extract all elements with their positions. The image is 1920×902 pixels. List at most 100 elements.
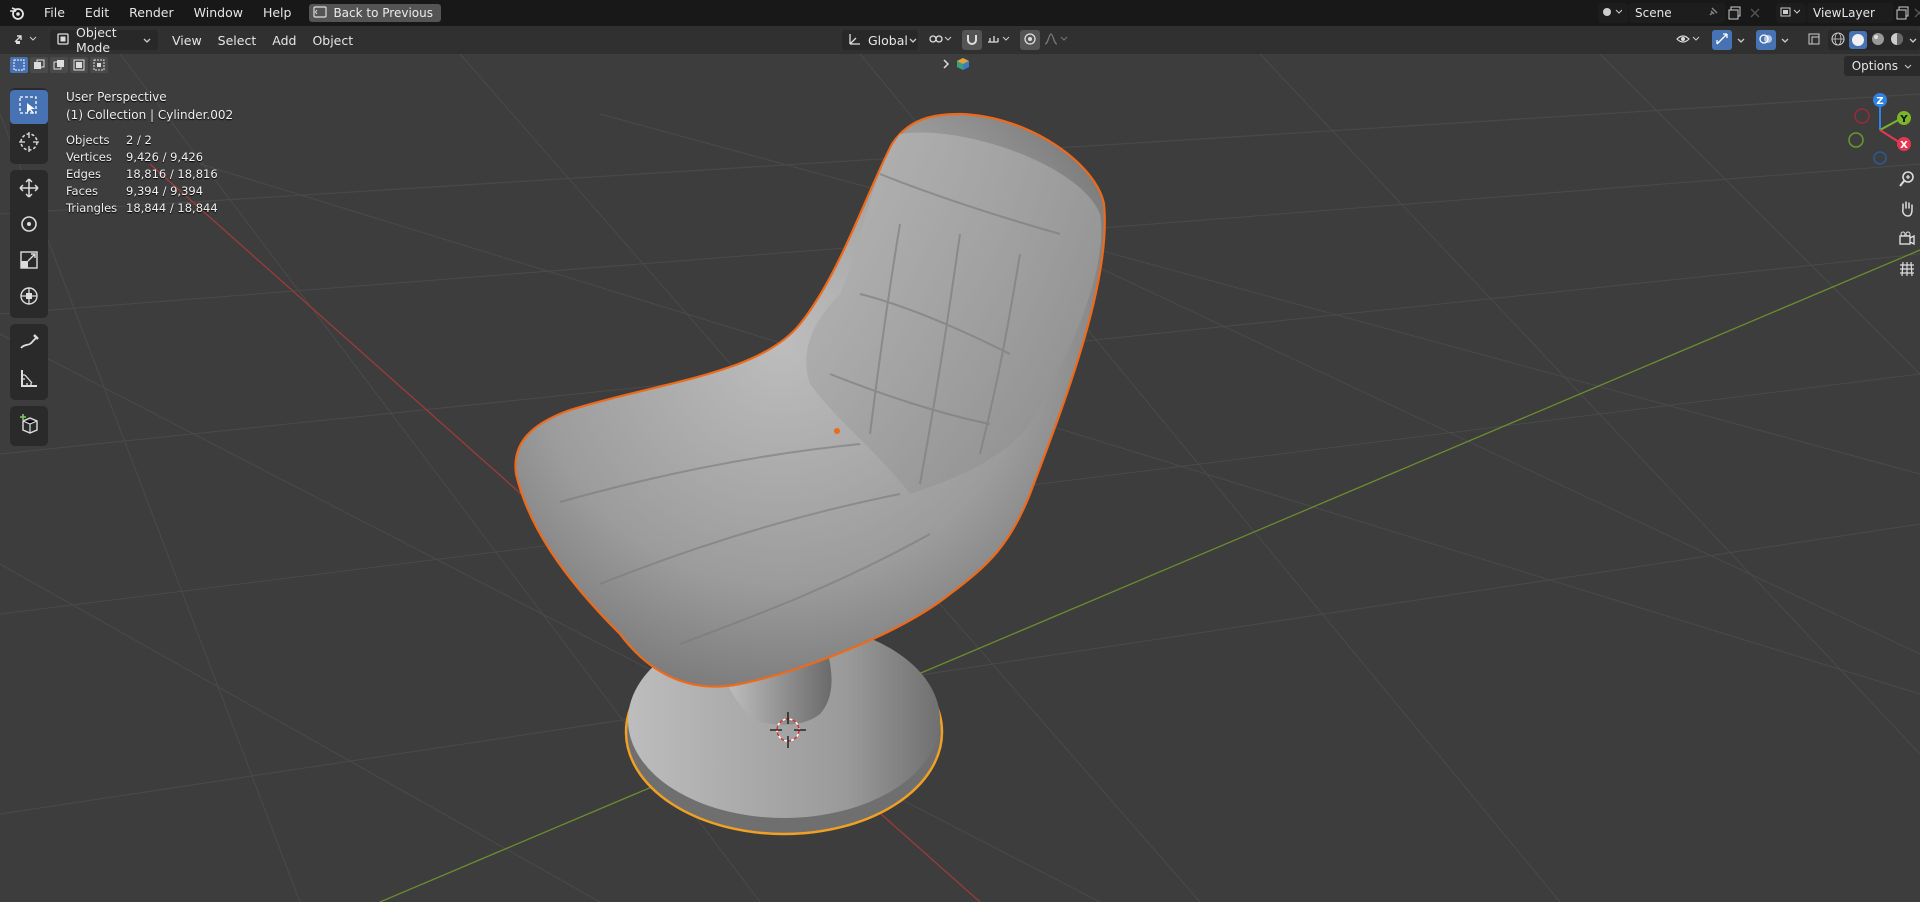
pan-hand-icon[interactable] [1894,196,1920,222]
falloff-dropdown[interactable] [1042,30,1072,50]
scale-tool[interactable] [10,244,48,278]
gizmo-x-label: X [1900,140,1908,151]
wireframe-shading-icon[interactable] [1830,31,1846,50]
menu-render[interactable]: Render [119,0,184,26]
select-box-icon [18,95,40,120]
camera-icon[interactable] [1894,226,1920,252]
object-mode-icon [56,32,70,49]
menu-edit[interactable]: Edit [75,0,119,26]
object-mode-label: Object Mode [76,25,117,55]
chevron-down-icon[interactable] [1908,33,1918,48]
chevron-down-icon [1780,33,1790,48]
xray-toggle[interactable] [1804,30,1824,50]
cursor-tool[interactable] [10,126,48,160]
select-box-tool[interactable] [10,90,48,124]
snap-target-dropdown[interactable] [984,30,1014,50]
select-intersect-icon[interactable] [90,57,108,73]
asset-cube-icon[interactable] [956,57,970,74]
navigation-gizmo[interactable]: Z Y X [1840,86,1920,169]
viewport-scene [0,54,1920,902]
chevron-down-icon [908,33,918,48]
menu-file[interactable]: File [34,0,75,26]
scene-browse-button[interactable] [1598,3,1628,23]
menu-object[interactable]: Object [306,30,359,50]
transform-orientation-dropdown[interactable]: Global [842,30,918,50]
grid-icon[interactable] [1894,256,1920,282]
transform-tool[interactable] [10,280,48,314]
scene-name-text: Scene [1635,6,1672,20]
pivot-point-dropdown[interactable] [926,30,956,50]
chevron-down-icon [1736,33,1746,48]
delete-scene-icon[interactable] [1745,3,1765,23]
annotate-icon [18,331,40,356]
view-layer-name-text: ViewLayer [1813,6,1875,20]
annotate-tool[interactable] [10,326,48,360]
delete-view-layer-icon[interactable] [1913,3,1920,23]
blender-logo-icon[interactable] [0,0,34,26]
gizmo-icon [1715,32,1729,49]
new-scene-icon[interactable] [1725,3,1745,23]
stat-label: Vertices [66,150,112,164]
options-button[interactable]: Options [1843,56,1920,76]
eye-icon [1676,32,1702,49]
screen-icon [313,5,328,21]
scene-icon [1602,6,1623,21]
pin-icon[interactable] [1707,6,1719,21]
measure-tool[interactable] [10,362,48,396]
select-subtract-icon[interactable] [50,57,68,73]
visibility-dropdown[interactable] [1674,30,1704,50]
rotate-tool[interactable] [10,208,48,242]
material-shading-icon[interactable] [1870,31,1886,50]
view-layer-browse-button[interactable] [1776,3,1806,23]
object-mode-dropdown[interactable]: Object Mode [50,25,158,55]
stat-value: 9,394 / 9,394 [126,184,204,198]
add-cube-icon [18,413,40,438]
object-origin-dot [834,428,840,434]
editor-type-button[interactable] [10,30,44,50]
new-view-layer-icon[interactable] [1893,3,1913,23]
gizmo-toggle[interactable] [1712,30,1732,50]
selection-mode-group [10,57,108,73]
stat-value: 2 / 2 [126,133,152,147]
measure-icon [18,367,40,392]
menu-help[interactable]: Help [253,0,302,26]
rendered-shading-icon[interactable] [1889,31,1905,50]
chevron-right-icon[interactable] [936,54,956,74]
menu-select[interactable]: Select [212,30,263,50]
proportional-edit-toggle[interactable] [1020,30,1040,50]
select-invert-icon[interactable] [70,57,88,73]
menu-add[interactable]: Add [266,30,302,50]
add-cube-tool[interactable] [10,408,48,442]
move-tool[interactable] [10,172,48,206]
rotate-icon [18,213,40,238]
overlays-toggle[interactable] [1756,30,1776,50]
stat-label: Triangles [66,201,118,215]
snap-toggle[interactable] [962,30,982,50]
stat-row: Triangles 18,844 / 18,844 [66,200,218,217]
cursor-icon [18,131,40,156]
solid-shading-icon[interactable] [1849,31,1867,49]
gizmo-y-label: Y [1899,114,1908,125]
scene-name-field[interactable]: Scene [1629,3,1725,23]
move-icon [18,177,40,202]
view-layer-name-field[interactable]: ViewLayer [1807,3,1893,23]
stat-label: Objects [66,133,110,147]
menu-window[interactable]: Window [184,0,253,26]
back-to-previous-button[interactable]: Back to Previous [309,4,441,22]
3d-viewport[interactable]: User Perspective (1) Collection | Cylind… [0,54,1920,902]
viewport-header: Object Mode View Select Add Object Globa… [0,25,1920,55]
zoom-icon[interactable] [1894,166,1920,192]
gizmo-dropdown[interactable] [1734,30,1750,50]
viewport-info-overlay: User Perspective (1) Collection | Cylind… [66,88,233,124]
falloff-curve-icon [1044,32,1070,49]
view-layer-icon [1780,6,1801,21]
menu-view[interactable]: View [166,30,208,50]
3d-viewport-icon [13,32,39,49]
overlays-dropdown[interactable] [1778,30,1794,50]
select-extend-icon[interactable] [30,57,48,73]
top-menu-bar: File Edit Render Window Help Back to Pre… [0,0,1920,26]
overlays-icon [1759,32,1773,49]
select-new-icon[interactable] [10,57,28,73]
scene-selector: Scene [1598,3,1765,23]
stat-label: Faces [66,184,98,198]
